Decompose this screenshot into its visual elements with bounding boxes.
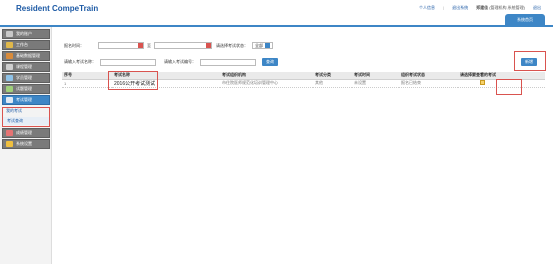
highlight-box-exam-name: [108, 71, 158, 90]
date-to-input[interactable]: [154, 42, 212, 49]
view-exam-icon[interactable]: [480, 80, 485, 85]
add-button[interactable]: 新增: [521, 58, 537, 66]
col-header-time: 考试时间: [352, 72, 399, 80]
calendar-icon[interactable]: [206, 43, 211, 48]
app-logo: Resident CompeTrain: [16, 4, 99, 13]
status-select[interactable]: 全部: [252, 42, 273, 49]
filter-row-name: 请输入考试名称： 请输入考试编号： 查询: [64, 58, 278, 66]
exam-code-input[interactable]: [200, 58, 256, 66]
top-nav: 个人信息 | 退出系统 郑建佳 (管理机构,系统管理) 退出: [419, 5, 541, 11]
exam-icon: [6, 97, 13, 103]
sidebar-item-questions[interactable]: 试题管理: [2, 84, 50, 94]
chevron-down-icon: [265, 43, 270, 48]
search-button[interactable]: 查询: [262, 58, 278, 66]
sidebar-item-account[interactable]: 我的账户: [2, 29, 50, 39]
sidebar: 我的账户 工作台 基础数据管理 课程管理 学员管理 试题管理 考试管理 我的考试…: [0, 27, 52, 264]
home-tab[interactable]: 系统首页: [505, 14, 545, 25]
nav-link-logout-system[interactable]: 退出系统: [452, 5, 468, 11]
current-user: 郑建佳 (管理机构,系统管理): [476, 5, 525, 11]
settings-icon: [6, 141, 13, 147]
cell-time: 未设置: [352, 79, 399, 88]
filter-row-date: 报名时间： 至 请选择考试状态： 全部: [64, 42, 273, 49]
cell-status: 报名已结束: [399, 79, 458, 88]
sidebar-item-settings[interactable]: 系统设置: [2, 139, 50, 149]
nav-link-profile[interactable]: 个人信息: [419, 5, 435, 11]
name-label: 请输入考试名称：: [64, 59, 96, 64]
sidebar-item-exams[interactable]: 考试管理: [2, 95, 50, 105]
cell-index: 1: [62, 79, 112, 88]
sidebar-item-scores[interactable]: 成绩管理: [2, 128, 50, 138]
calendar-icon[interactable]: [138, 43, 143, 48]
sidebar-item-students[interactable]: 学员管理: [2, 73, 50, 83]
col-header-category: 考试分类: [313, 72, 352, 80]
nav-separator: |: [443, 5, 445, 10]
sidebar-item-courses[interactable]: 课程管理: [2, 62, 50, 72]
col-header-org: 考试组织机构: [220, 72, 313, 80]
col-header-status: 组织考试状态: [399, 72, 458, 80]
date-to-label: 至: [147, 42, 151, 48]
score-icon: [6, 130, 13, 136]
user-name: 郑建佳: [476, 5, 489, 10]
col-header-index: 序号: [62, 72, 112, 80]
data-icon: [6, 53, 13, 59]
students-icon: [6, 75, 13, 81]
cell-org: 市住院医师规范化培训管理中心: [220, 79, 313, 88]
header: Resident CompeTrain 个人信息 | 退出系统 郑建佳 (管理机…: [0, 0, 553, 27]
exam-name-input[interactable]: [100, 58, 156, 66]
questions-icon: [6, 86, 13, 92]
date-from-input[interactable]: [98, 42, 144, 49]
main-content: 报名时间： 至 请选择考试状态： 全部 请输入考试名称： 请输入考试编号： 查询…: [54, 27, 553, 264]
cell-category: 其他: [313, 79, 352, 88]
highlight-box-view: [496, 79, 522, 95]
user-role: (管理机构,系统管理): [489, 5, 525, 10]
col-header-view: 请选择要查看的考试: [458, 72, 545, 80]
code-label: 请输入考试编号：: [164, 59, 196, 64]
course-icon: [6, 64, 13, 70]
sidebar-item-workbench[interactable]: 工作台: [2, 40, 50, 50]
logout-link[interactable]: 退出: [533, 5, 541, 11]
status-label: 请选择考试状态：: [216, 42, 248, 48]
highlight-box-submenu: [2, 107, 50, 127]
user-icon: [6, 31, 13, 37]
desk-icon: [6, 42, 13, 48]
date-label: 报名时间：: [64, 42, 84, 48]
sidebar-item-base-data[interactable]: 基础数据管理: [2, 51, 50, 61]
